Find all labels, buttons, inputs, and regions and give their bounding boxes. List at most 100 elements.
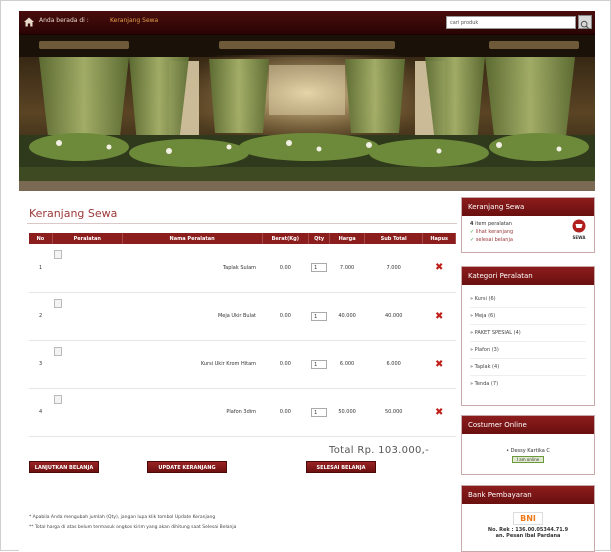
cell-berat: 0.00 <box>262 340 309 389</box>
cell-delete: ✖ <box>422 388 456 437</box>
sidebar-cart-title: Keranjang Sewa <box>462 198 594 216</box>
continue-shopping-button[interactable]: LANJUTKAN BELANJA <box>29 461 99 473</box>
breadcrumb-prefix: Anda berada di : <box>39 17 89 24</box>
online-user-name: Dessy Kartika C <box>510 448 550 454</box>
check-icon: ✓ <box>470 237 475 243</box>
cell-name: Meja Ukir Bulat <box>122 292 263 341</box>
delete-icon[interactable]: ✖ <box>435 262 443 273</box>
note-line: * Apabila Anda mengubah jumlah (Qty), ja… <box>29 515 216 520</box>
image-placeholder-icon <box>54 298 63 308</box>
cell-qty: 1 <box>308 244 330 293</box>
header-banner <box>19 35 595 191</box>
table-row: 2 Meja Ukir Bulat 0.00 1 40.000 40.000 ✖ <box>29 292 456 341</box>
page-frame: Anda berada di : Keranjang Sewa cari pro… <box>0 0 611 552</box>
cell-subtotal: 50.000 <box>364 388 423 437</box>
cell-image <box>52 388 123 437</box>
finish-shopping-button[interactable]: SELESAI BELANJA <box>306 461 376 473</box>
sidebar-cart-box: Keranjang Sewa 4 item peralatan ✓ lihat … <box>461 197 595 253</box>
cart-total: Total Rp. 103.000,- <box>329 445 430 456</box>
bni-logo: BNI <box>513 512 543 525</box>
cell-berat: 0.00 <box>262 244 309 293</box>
sewa-badge: SEWA <box>568 219 590 240</box>
cell-image <box>52 292 123 341</box>
cell-no: 3 <box>29 340 53 389</box>
col-header: Berat(Kg) <box>262 233 310 244</box>
col-header: Nama Peralatan <box>122 233 263 244</box>
search-input[interactable] <box>446 16 576 29</box>
note-line: ** Total harga di atas belum termasuk on… <box>29 525 237 530</box>
image-placeholder-icon <box>54 394 63 404</box>
cell-image <box>52 340 123 389</box>
shopping-cart-icon <box>572 219 586 233</box>
top-bar: Anda berada di : Keranjang Sewa <box>19 11 595 35</box>
qty-input[interactable]: 1 <box>311 407 328 417</box>
qty-input[interactable]: 1 <box>311 311 328 321</box>
image-placeholder-icon <box>54 346 63 356</box>
sidebar-categories-box: Kategori Peralatan » Kursi (6) » Meja (6… <box>461 266 595 406</box>
table-row: 4 Plafon 3dim 0.00 1 50.000 50.000 ✖ <box>29 388 456 437</box>
cart-notes: * Apabila Anda mengubah jumlah (Qty), ja… <box>29 513 236 533</box>
table-header-row: No Peralatan Nama Peralatan Berat(Kg) Qt… <box>29 233 456 244</box>
breadcrumb-current[interactable]: Keranjang Sewa <box>110 17 158 24</box>
qty-input[interactable]: 1 <box>311 263 328 273</box>
cell-name: Kursi Ukir Krom Hitam <box>122 340 263 389</box>
delete-icon[interactable]: ✖ <box>435 359 443 370</box>
cell-qty: 1 <box>308 388 330 437</box>
table-row: 1 Taplak Sulam 0.00 1 7.000 7.000 ✖ <box>29 244 456 293</box>
category-item[interactable]: » Plafon (3) <box>470 342 586 359</box>
category-item[interactable]: » Kursi (6) <box>470 291 586 308</box>
cell-qty: 1 <box>308 340 330 389</box>
cell-delete: ✖ <box>422 340 456 389</box>
cell-harga: 50.000 <box>329 388 365 437</box>
main-content: Keranjang Sewa No Peralatan Nama Peralat… <box>19 191 595 552</box>
cell-delete: ✖ <box>422 292 456 341</box>
table-row: 3 Kursi Ukir Krom Hitam 0.00 1 6.000 6.0… <box>29 340 456 389</box>
page-title: Keranjang Sewa <box>29 207 118 220</box>
check-icon: ✓ <box>470 229 475 235</box>
delete-icon[interactable]: ✖ <box>435 311 443 322</box>
cell-no: 2 <box>29 292 53 341</box>
cell-harga: 7.000 <box>329 244 365 293</box>
category-item[interactable]: » PAKET SPESIAL (4) <box>470 325 586 342</box>
cell-harga: 6.000 <box>329 340 365 389</box>
qty-input[interactable]: 1 <box>311 359 328 369</box>
category-item[interactable]: » Meja (6) <box>470 308 586 325</box>
sidebar-bank-box: Bank Pembayaran BNI No. Rek : 136.00.053… <box>461 485 595 552</box>
update-cart-button[interactable]: UPDATE KERANJANG <box>147 461 227 473</box>
cart-count-label: item peralatan <box>475 221 512 227</box>
delete-icon[interactable]: ✖ <box>435 407 443 418</box>
home-icon[interactable] <box>23 16 35 28</box>
cell-name: Taplak Sulam <box>122 244 263 293</box>
category-item[interactable]: » Tenda (7) <box>470 376 586 392</box>
banner-image <box>19 35 595 191</box>
online-status-badge[interactable]: I am online <box>511 456 545 463</box>
cell-subtotal: 6.000 <box>364 340 423 389</box>
col-header: Harga <box>329 233 366 244</box>
col-header: Qty <box>308 233 331 244</box>
online-title: Costumer Online <box>462 416 594 434</box>
col-header: No <box>29 233 53 244</box>
cell-berat: 0.00 <box>262 292 309 341</box>
search-icon <box>580 20 590 30</box>
title-divider <box>27 223 457 224</box>
cart-count: 4 <box>470 221 474 227</box>
category-item[interactable]: » Taplak (4) <box>470 359 586 376</box>
search-button[interactable] <box>578 15 592 30</box>
cart-table: No Peralatan Nama Peralatan Berat(Kg) Qt… <box>29 233 456 437</box>
image-placeholder-icon <box>54 250 63 259</box>
cell-name: Plafon 3dim <box>122 388 263 437</box>
cell-delete: ✖ <box>422 244 456 293</box>
cell-no: 4 <box>29 388 53 437</box>
cell-image <box>52 244 123 293</box>
cell-subtotal: 7.000 <box>364 244 423 293</box>
cell-subtotal: 40.000 <box>364 292 423 341</box>
cell-berat: 0.00 <box>262 388 309 437</box>
col-header: Hapus <box>422 233 456 244</box>
cell-harga: 40.000 <box>329 292 365 341</box>
bank-account-name: an. Pesan Ibal Pardana <box>495 533 561 539</box>
col-header: Peralatan <box>52 233 123 244</box>
cell-qty: 1 <box>308 292 330 341</box>
bank-title: Bank Pembayaran <box>462 486 594 504</box>
sidebar-online-box: Costumer Online • Dessy Kartika C I am o… <box>461 415 595 475</box>
categories-title: Kategori Peralatan <box>462 267 594 285</box>
